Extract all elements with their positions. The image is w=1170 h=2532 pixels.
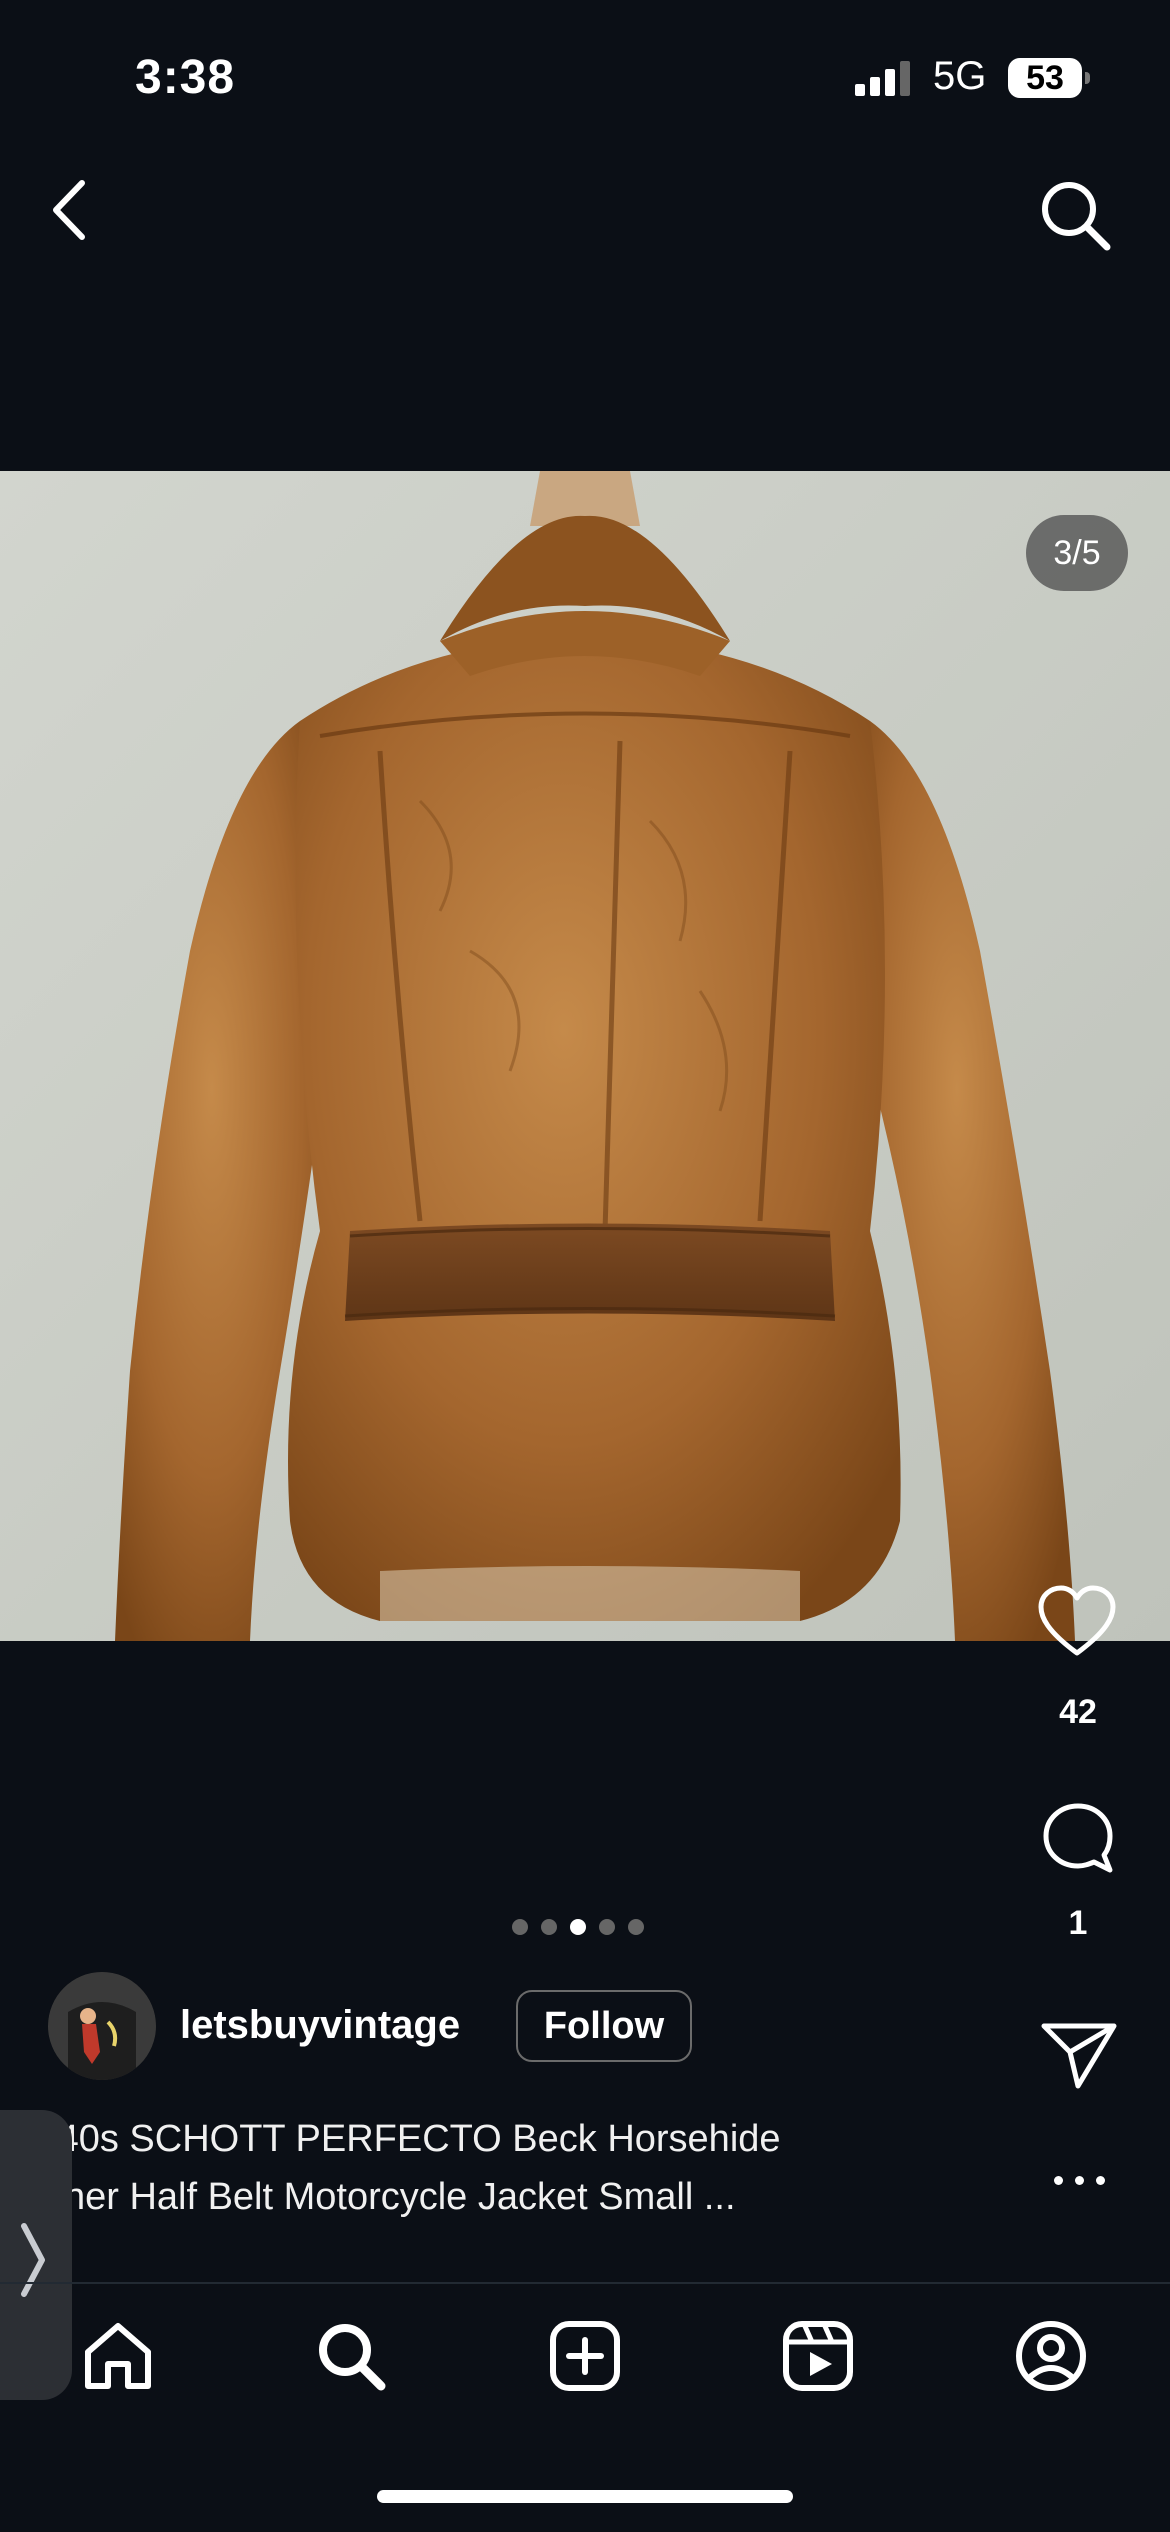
cellular-signal-icon xyxy=(855,61,910,96)
tab-create[interactable] xyxy=(547,2318,623,2394)
more-options-button[interactable] xyxy=(1050,2168,1110,2192)
share-button[interactable] xyxy=(1040,2020,1118,2090)
search-button[interactable] xyxy=(1035,175,1115,255)
comment-button[interactable] xyxy=(1040,1800,1116,1876)
ellipsis-icon xyxy=(1054,2176,1063,2185)
side-panel-handle[interactable] xyxy=(0,2110,72,2400)
back-button[interactable] xyxy=(40,175,100,245)
follow-button[interactable]: Follow xyxy=(516,1990,692,2062)
caption-line: Leather Half Belt Motorcycle Jacket Smal… xyxy=(0,2176,736,2218)
chevron-right-icon xyxy=(21,2223,45,2297)
tab-reels[interactable] xyxy=(780,2318,856,2394)
carousel-indicator xyxy=(512,1919,662,1939)
battery-icon: 53 xyxy=(1008,58,1090,98)
tab-home[interactable] xyxy=(80,2318,156,2394)
tab-search[interactable] xyxy=(313,2318,389,2394)
carousel-dot xyxy=(512,1919,528,1935)
author-username[interactable]: letsbuyvintage xyxy=(180,2003,460,2048)
like-button[interactable] xyxy=(1037,1585,1117,1659)
like-count: 42 xyxy=(1059,1693,1097,1731)
status-time: 3:38 xyxy=(135,51,236,104)
battery-level: 53 xyxy=(1008,58,1082,98)
caption-line: Vtg 40s SCHOTT PERFECTO Beck Horsehide xyxy=(0,2118,781,2160)
image-counter-badge: 3/5 xyxy=(1026,515,1128,591)
carousel-dot xyxy=(599,1919,615,1935)
home-indicator[interactable] xyxy=(377,2490,793,2503)
tab-profile[interactable] xyxy=(1013,2318,1089,2394)
carousel-dot xyxy=(541,1919,557,1935)
jacket-photo xyxy=(0,471,1170,1641)
comment-count: 1 xyxy=(1068,1904,1088,1942)
avatar-image xyxy=(48,1972,156,2080)
tab-bar-divider xyxy=(0,2282,1170,2284)
post-image[interactable] xyxy=(0,471,1170,1641)
post-caption[interactable]: Vtg 40s SCHOTT PERFECTO Beck Horsehide L… xyxy=(0,2110,950,2226)
carousel-dot-active xyxy=(570,1919,586,1935)
avatar[interactable] xyxy=(48,1972,156,2080)
carousel-dot xyxy=(628,1919,644,1935)
network-type: 5G xyxy=(933,54,987,98)
